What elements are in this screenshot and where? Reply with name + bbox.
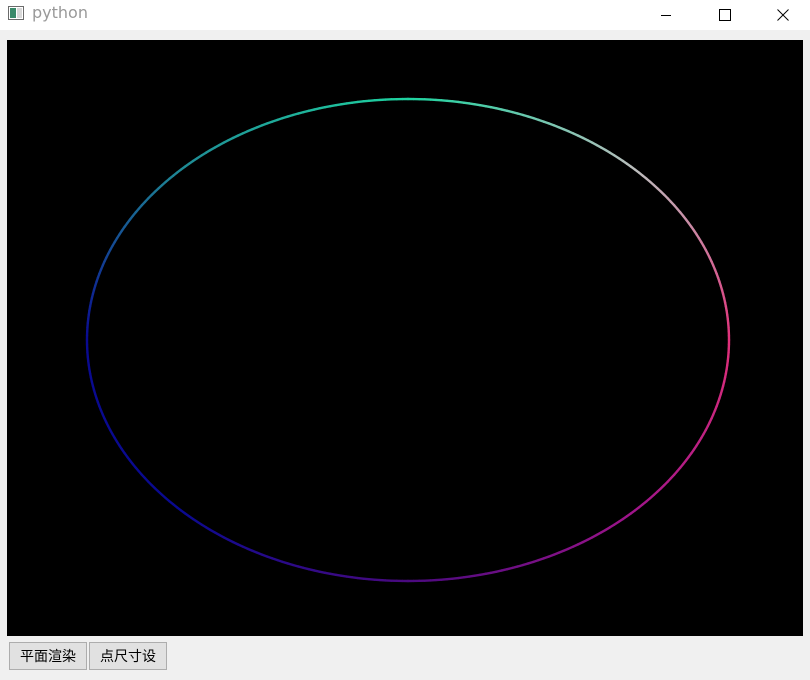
title-bar[interactable]: python xyxy=(0,0,810,30)
maximize-icon xyxy=(719,9,731,21)
close-button[interactable] xyxy=(755,0,810,30)
scene-svg xyxy=(85,97,731,583)
ellipse-ring xyxy=(85,97,731,583)
flat-render-button[interactable]: 平面渲染 xyxy=(9,642,87,670)
render-canvas[interactable] xyxy=(7,40,803,636)
app-icon xyxy=(8,6,24,20)
point-size-button[interactable]: 点尺寸设 xyxy=(89,642,167,670)
minimize-icon xyxy=(661,15,671,16)
close-icon xyxy=(777,9,789,21)
window-title: python xyxy=(32,3,88,22)
minimize-button[interactable] xyxy=(638,0,694,30)
app-window: python 平面渲染 点尺寸设 xyxy=(0,0,810,680)
maximize-button[interactable] xyxy=(697,0,753,30)
